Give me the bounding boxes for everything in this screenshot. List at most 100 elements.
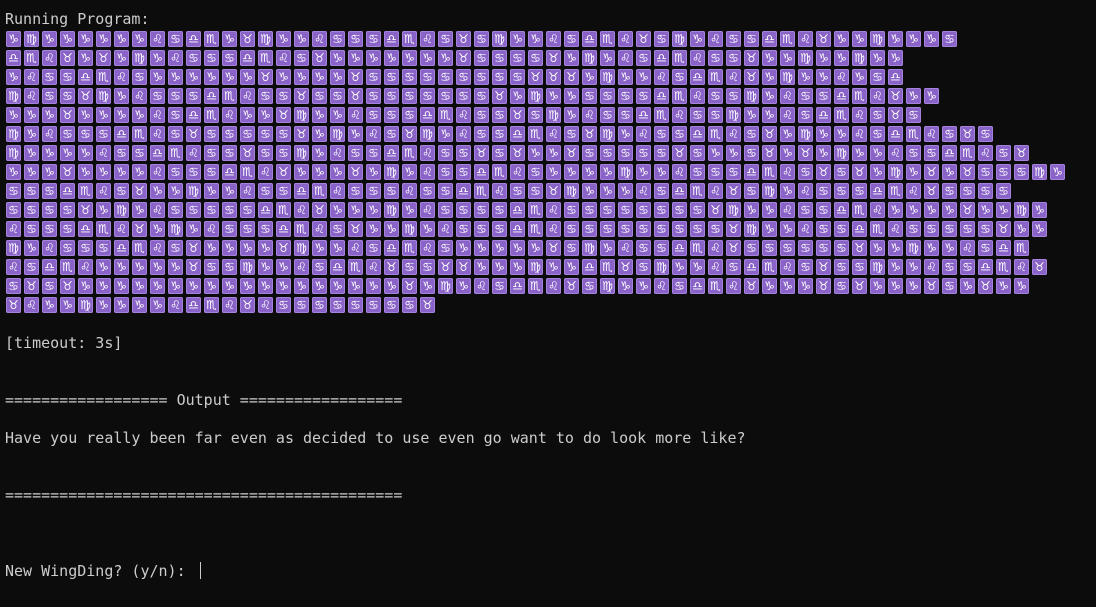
- zodiac-glyph-icon: ♌: [438, 221, 453, 237]
- zodiac-glyph-icon: ♍: [672, 31, 687, 47]
- zodiac-glyph-icon: ♑: [942, 164, 957, 180]
- zodiac-glyph-icon: ♍: [492, 31, 507, 47]
- zodiac-glyph-icon: ♋: [600, 107, 615, 123]
- zodiac-glyph-icon: ♑: [906, 88, 921, 104]
- zodiac-glyph-icon: ♋: [24, 183, 39, 199]
- zodiac-glyph-icon: ♑: [150, 221, 165, 237]
- zodiac-glyph-icon: ♌: [150, 31, 165, 47]
- zodiac-glyph-icon: ♑: [24, 240, 39, 256]
- zodiac-glyph-icon: ♋: [492, 221, 507, 237]
- zodiac-glyph-icon: ♍: [528, 88, 543, 104]
- zodiac-glyph-icon: ♋: [366, 145, 381, 161]
- zodiac-glyph-icon: ♋: [402, 297, 417, 313]
- zodiac-glyph-icon: ♋: [366, 31, 381, 47]
- zodiac-glyph-icon: ♋: [420, 88, 435, 104]
- zodiac-glyph-icon: ♉: [294, 126, 309, 142]
- zodiac-glyph-icon: ♑: [258, 259, 273, 275]
- zodiac-glyph-icon: ♑: [6, 69, 21, 85]
- glyph-row: ♍ ♑ ♑ ♑ ♑ ♌ ♋ ♋ ♎ ♏ ♌ ♋ ♋ ♉ ♋ ♋ ♍ ♑ ♌ ♋ ♋ ♎ ♏ ♌ ♋ ♋ ♉ ♋ ♉ ♑ ♑ ♉ ♋ ♋ ♋ ♋ ♋ ♉ ♋ ♑…: [6, 145, 1086, 164]
- zodiac-glyph-icon: ♋: [672, 69, 687, 85]
- zodiac-glyph-icon: ♍: [1032, 164, 1047, 180]
- zodiac-glyph-icon: ♎: [690, 69, 705, 85]
- terminal-window[interactable]: Running Program: ♑ ♍ ♑ ♑ ♑ ♑ ♑ ♑ ♌ ♋ ♎ ♏ ♑ ♉ ♍ ♑ ♑ ♌ ♋ ♋ ♋ ♎ ♏…: [0, 0, 1096, 607]
- zodiac-glyph-icon: ♌: [780, 107, 795, 123]
- text-cursor[interactable]: [199, 562, 201, 579]
- zodiac-glyph-icon: ♑: [330, 278, 345, 294]
- zodiac-glyph-icon: ♑: [348, 278, 363, 294]
- zodiac-glyph-icon: ♎: [762, 31, 777, 47]
- zodiac-glyph-icon: ♏: [528, 202, 543, 218]
- zodiac-glyph-icon: ♋: [600, 202, 615, 218]
- zodiac-glyph-icon: ♍: [402, 221, 417, 237]
- zodiac-glyph-icon: ♌: [582, 107, 597, 123]
- zodiac-glyph-icon: ♋: [726, 259, 741, 275]
- zodiac-glyph-icon: ♋: [816, 221, 831, 237]
- zodiac-glyph-icon: ♑: [78, 31, 93, 47]
- zodiac-glyph-icon: ♑: [852, 31, 867, 47]
- zodiac-glyph-icon: ♋: [366, 107, 381, 123]
- zodiac-glyph-icon: ♋: [834, 221, 849, 237]
- zodiac-glyph-icon: ♑: [888, 259, 903, 275]
- zodiac-glyph-icon: ♍: [1014, 202, 1029, 218]
- zodiac-glyph-icon: ♋: [996, 145, 1011, 161]
- zodiac-glyph-icon: ♋: [222, 126, 237, 142]
- zodiac-glyph-icon: ♎: [258, 202, 273, 218]
- zodiac-glyph-icon: ♋: [60, 88, 75, 104]
- zodiac-glyph-icon: ♌: [708, 240, 723, 256]
- zodiac-glyph-icon: ♑: [150, 278, 165, 294]
- zodiac-glyph-icon: ♉: [78, 88, 93, 104]
- glyph-row: ♑ ♍ ♑ ♑ ♑ ♑ ♑ ♑ ♌ ♋ ♎ ♏ ♑ ♉ ♍ ♑ ♑ ♌ ♋ ♋ ♋ ♎ ♏ ♌ ♋ ♉ ♋ ♍ ♑ ♑ ♌ ♋ ♎ ♏ ♌ ♉ ♋ ♍ ♑ ♌…: [6, 31, 1086, 50]
- zodiac-glyph-icon: ♋: [474, 221, 489, 237]
- zodiac-glyph-icon: ♍: [186, 183, 201, 199]
- zodiac-glyph-icon: ♋: [1014, 164, 1029, 180]
- zodiac-glyph-icon: ♏: [78, 183, 93, 199]
- zodiac-glyph-icon: ♑: [924, 240, 939, 256]
- zodiac-glyph-icon: ♍: [528, 259, 543, 275]
- zodiac-glyph-icon: ♋: [600, 221, 615, 237]
- zodiac-glyph-icon: ♌: [150, 107, 165, 123]
- zodiac-glyph-icon: ♎: [510, 126, 525, 142]
- zodiac-glyph-icon: ♑: [672, 259, 687, 275]
- zodiac-glyph-icon: ♎: [672, 183, 687, 199]
- zodiac-glyph-icon: ♌: [492, 183, 507, 199]
- zodiac-glyph-icon: ♉: [636, 31, 651, 47]
- zodiac-glyph-icon: ♋: [672, 202, 687, 218]
- zodiac-glyph-icon: ♌: [798, 183, 813, 199]
- zodiac-glyph-icon: ♏: [492, 164, 507, 180]
- zodiac-glyph-icon: ♋: [240, 126, 255, 142]
- zodiac-glyph-icon: ♋: [42, 202, 57, 218]
- zodiac-glyph-icon: ♋: [168, 126, 183, 142]
- zodiac-glyph-icon: ♋: [60, 69, 75, 85]
- zodiac-glyph-icon: ♑: [618, 126, 633, 142]
- zodiac-glyph-icon: ♑: [690, 259, 705, 275]
- zodiac-glyph-icon: ♑: [222, 69, 237, 85]
- zodiac-glyph-icon: ♋: [60, 126, 75, 142]
- zodiac-glyph-icon: ♑: [564, 107, 579, 123]
- zodiac-glyph-icon: ♑: [906, 259, 921, 275]
- zodiac-glyph-icon: ♋: [564, 31, 579, 47]
- zodiac-glyph-icon: ♏: [834, 107, 849, 123]
- zodiac-glyph-icon: ♑: [330, 240, 345, 256]
- zodiac-glyph-icon: ♎: [150, 145, 165, 161]
- zodiac-glyph-icon: ♏: [168, 145, 183, 161]
- zodiac-glyph-icon: ♋: [960, 259, 975, 275]
- zodiac-glyph-icon: ♑: [780, 221, 795, 237]
- zodiac-glyph-icon: ♌: [6, 259, 21, 275]
- zodiac-glyph-icon: ♍: [780, 69, 795, 85]
- zodiac-glyph-icon: ♉: [186, 240, 201, 256]
- zodiac-glyph-icon: ♋: [564, 221, 579, 237]
- zodiac-glyph-icon: ♑: [798, 69, 813, 85]
- zodiac-glyph-icon: ♑: [294, 164, 309, 180]
- zodiac-glyph-icon: ♉: [132, 221, 147, 237]
- zodiac-glyph-icon: ♌: [672, 164, 687, 180]
- zodiac-glyph-icon: ♋: [474, 107, 489, 123]
- zodiac-glyph-icon: ♑: [636, 278, 651, 294]
- zodiac-glyph-icon: ♋: [798, 202, 813, 218]
- zodiac-glyph-icon: ♎: [474, 164, 489, 180]
- zodiac-glyph-icon: ♑: [600, 164, 615, 180]
- prompt-line[interactable]: New WingDing? (y/n):: [5, 562, 201, 581]
- zodiac-glyph-icon: ♌: [294, 259, 309, 275]
- zodiac-glyph-icon: ♋: [384, 126, 399, 142]
- zodiac-glyph-icon: ♌: [402, 183, 417, 199]
- zodiac-glyph-icon: ♋: [852, 183, 867, 199]
